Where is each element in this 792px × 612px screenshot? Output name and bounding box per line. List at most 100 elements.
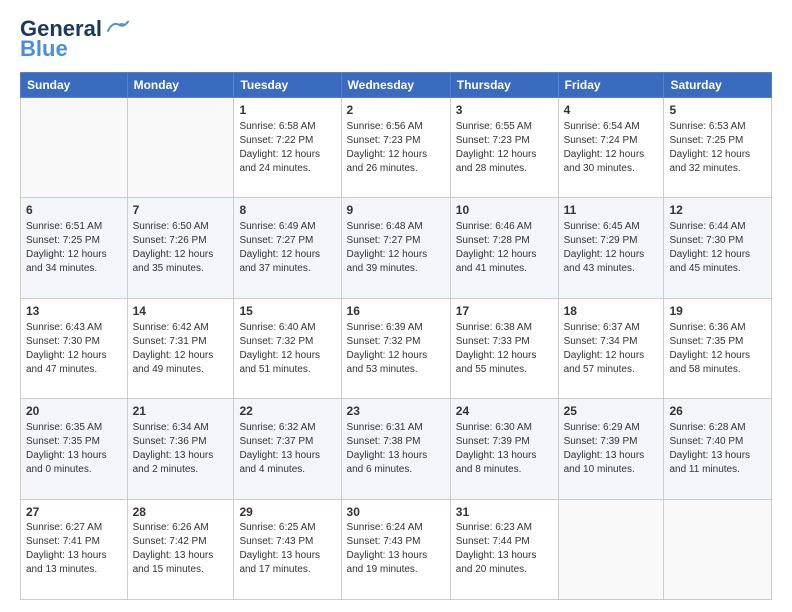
day-info: Sunrise: 6:36 AM Sunset: 7:35 PM Dayligh… (669, 321, 766, 377)
weekday-header-friday: Friday (558, 73, 664, 98)
day-info: Sunrise: 6:38 AM Sunset: 7:33 PM Dayligh… (456, 321, 553, 377)
day-info: Sunrise: 6:29 AM Sunset: 7:39 PM Dayligh… (564, 421, 659, 477)
calendar-cell (664, 499, 772, 599)
calendar-week-row: 27Sunrise: 6:27 AM Sunset: 7:41 PM Dayli… (21, 499, 772, 599)
day-number: 22 (239, 403, 335, 420)
day-number: 21 (133, 403, 229, 420)
day-info: Sunrise: 6:51 AM Sunset: 7:25 PM Dayligh… (26, 220, 122, 276)
day-info: Sunrise: 6:28 AM Sunset: 7:40 PM Dayligh… (669, 421, 766, 477)
day-info: Sunrise: 6:44 AM Sunset: 7:30 PM Dayligh… (669, 220, 766, 276)
day-number: 14 (133, 303, 229, 320)
day-info: Sunrise: 6:35 AM Sunset: 7:35 PM Dayligh… (26, 421, 122, 477)
calendar-cell: 22Sunrise: 6:32 AM Sunset: 7:37 PM Dayli… (234, 399, 341, 499)
day-info: Sunrise: 6:50 AM Sunset: 7:26 PM Dayligh… (133, 220, 229, 276)
calendar-cell: 20Sunrise: 6:35 AM Sunset: 7:35 PM Dayli… (21, 399, 128, 499)
calendar-cell: 28Sunrise: 6:26 AM Sunset: 7:42 PM Dayli… (127, 499, 234, 599)
day-info: Sunrise: 6:37 AM Sunset: 7:34 PM Dayligh… (564, 321, 659, 377)
day-number: 25 (564, 403, 659, 420)
day-number: 5 (669, 102, 766, 119)
logo-blue: Blue (20, 36, 68, 62)
day-number: 9 (347, 202, 445, 219)
calendar-week-row: 13Sunrise: 6:43 AM Sunset: 7:30 PM Dayli… (21, 298, 772, 398)
day-number: 6 (26, 202, 122, 219)
calendar-cell: 14Sunrise: 6:42 AM Sunset: 7:31 PM Dayli… (127, 298, 234, 398)
day-info: Sunrise: 6:56 AM Sunset: 7:23 PM Dayligh… (347, 120, 445, 176)
calendar-table: SundayMondayTuesdayWednesdayThursdayFrid… (20, 72, 772, 600)
day-number: 17 (456, 303, 553, 320)
day-number: 26 (669, 403, 766, 420)
day-info: Sunrise: 6:53 AM Sunset: 7:25 PM Dayligh… (669, 120, 766, 176)
day-info: Sunrise: 6:34 AM Sunset: 7:36 PM Dayligh… (133, 421, 229, 477)
calendar-cell: 21Sunrise: 6:34 AM Sunset: 7:36 PM Dayli… (127, 399, 234, 499)
calendar-cell: 8Sunrise: 6:49 AM Sunset: 7:27 PM Daylig… (234, 198, 341, 298)
day-number: 15 (239, 303, 335, 320)
calendar-header-row: SundayMondayTuesdayWednesdayThursdayFrid… (21, 73, 772, 98)
day-number: 16 (347, 303, 445, 320)
day-info: Sunrise: 6:39 AM Sunset: 7:32 PM Dayligh… (347, 321, 445, 377)
day-info: Sunrise: 6:24 AM Sunset: 7:43 PM Dayligh… (347, 521, 445, 577)
day-number: 8 (239, 202, 335, 219)
calendar-cell: 16Sunrise: 6:39 AM Sunset: 7:32 PM Dayli… (341, 298, 450, 398)
calendar-cell (558, 499, 664, 599)
header: General Blue (20, 16, 772, 62)
weekday-header-monday: Monday (127, 73, 234, 98)
calendar-week-row: 20Sunrise: 6:35 AM Sunset: 7:35 PM Dayli… (21, 399, 772, 499)
day-info: Sunrise: 6:25 AM Sunset: 7:43 PM Dayligh… (239, 521, 335, 577)
day-number: 30 (347, 504, 445, 521)
day-info: Sunrise: 6:27 AM Sunset: 7:41 PM Dayligh… (26, 521, 122, 577)
calendar-cell: 17Sunrise: 6:38 AM Sunset: 7:33 PM Dayli… (450, 298, 558, 398)
day-number: 10 (456, 202, 553, 219)
day-info: Sunrise: 6:46 AM Sunset: 7:28 PM Dayligh… (456, 220, 553, 276)
day-info: Sunrise: 6:23 AM Sunset: 7:44 PM Dayligh… (456, 521, 553, 577)
calendar-cell: 12Sunrise: 6:44 AM Sunset: 7:30 PM Dayli… (664, 198, 772, 298)
calendar-cell: 2Sunrise: 6:56 AM Sunset: 7:23 PM Daylig… (341, 98, 450, 198)
weekday-header-wednesday: Wednesday (341, 73, 450, 98)
calendar-cell: 15Sunrise: 6:40 AM Sunset: 7:32 PM Dayli… (234, 298, 341, 398)
weekday-header-sunday: Sunday (21, 73, 128, 98)
calendar-cell: 10Sunrise: 6:46 AM Sunset: 7:28 PM Dayli… (450, 198, 558, 298)
logo-bird-icon (106, 20, 130, 34)
day-number: 4 (564, 102, 659, 119)
weekday-header-thursday: Thursday (450, 73, 558, 98)
calendar-cell (127, 98, 234, 198)
calendar-cell (21, 98, 128, 198)
day-info: Sunrise: 6:49 AM Sunset: 7:27 PM Dayligh… (239, 220, 335, 276)
day-info: Sunrise: 6:43 AM Sunset: 7:30 PM Dayligh… (26, 321, 122, 377)
day-number: 13 (26, 303, 122, 320)
day-number: 7 (133, 202, 229, 219)
calendar-cell: 6Sunrise: 6:51 AM Sunset: 7:25 PM Daylig… (21, 198, 128, 298)
calendar-cell: 23Sunrise: 6:31 AM Sunset: 7:38 PM Dayli… (341, 399, 450, 499)
calendar-cell: 9Sunrise: 6:48 AM Sunset: 7:27 PM Daylig… (341, 198, 450, 298)
day-number: 31 (456, 504, 553, 521)
calendar-cell: 31Sunrise: 6:23 AM Sunset: 7:44 PM Dayli… (450, 499, 558, 599)
day-info: Sunrise: 6:48 AM Sunset: 7:27 PM Dayligh… (347, 220, 445, 276)
day-info: Sunrise: 6:55 AM Sunset: 7:23 PM Dayligh… (456, 120, 553, 176)
calendar-cell: 7Sunrise: 6:50 AM Sunset: 7:26 PM Daylig… (127, 198, 234, 298)
logo: General Blue (20, 16, 130, 62)
calendar-cell: 1Sunrise: 6:58 AM Sunset: 7:22 PM Daylig… (234, 98, 341, 198)
day-number: 2 (347, 102, 445, 119)
weekday-header-saturday: Saturday (664, 73, 772, 98)
day-number: 29 (239, 504, 335, 521)
day-info: Sunrise: 6:54 AM Sunset: 7:24 PM Dayligh… (564, 120, 659, 176)
day-info: Sunrise: 6:42 AM Sunset: 7:31 PM Dayligh… (133, 321, 229, 377)
calendar-week-row: 1Sunrise: 6:58 AM Sunset: 7:22 PM Daylig… (21, 98, 772, 198)
day-number: 20 (26, 403, 122, 420)
day-number: 11 (564, 202, 659, 219)
calendar-cell: 4Sunrise: 6:54 AM Sunset: 7:24 PM Daylig… (558, 98, 664, 198)
calendar-cell: 19Sunrise: 6:36 AM Sunset: 7:35 PM Dayli… (664, 298, 772, 398)
calendar-cell: 3Sunrise: 6:55 AM Sunset: 7:23 PM Daylig… (450, 98, 558, 198)
calendar-cell: 24Sunrise: 6:30 AM Sunset: 7:39 PM Dayli… (450, 399, 558, 499)
calendar-cell: 11Sunrise: 6:45 AM Sunset: 7:29 PM Dayli… (558, 198, 664, 298)
calendar-cell: 29Sunrise: 6:25 AM Sunset: 7:43 PM Dayli… (234, 499, 341, 599)
day-info: Sunrise: 6:31 AM Sunset: 7:38 PM Dayligh… (347, 421, 445, 477)
day-info: Sunrise: 6:30 AM Sunset: 7:39 PM Dayligh… (456, 421, 553, 477)
day-number: 3 (456, 102, 553, 119)
calendar-cell: 26Sunrise: 6:28 AM Sunset: 7:40 PM Dayli… (664, 399, 772, 499)
day-info: Sunrise: 6:40 AM Sunset: 7:32 PM Dayligh… (239, 321, 335, 377)
calendar-cell: 5Sunrise: 6:53 AM Sunset: 7:25 PM Daylig… (664, 98, 772, 198)
page: General Blue SundayMondayTuesdayWednesda… (0, 0, 792, 612)
calendar-cell: 27Sunrise: 6:27 AM Sunset: 7:41 PM Dayli… (21, 499, 128, 599)
day-info: Sunrise: 6:26 AM Sunset: 7:42 PM Dayligh… (133, 521, 229, 577)
day-info: Sunrise: 6:58 AM Sunset: 7:22 PM Dayligh… (239, 120, 335, 176)
